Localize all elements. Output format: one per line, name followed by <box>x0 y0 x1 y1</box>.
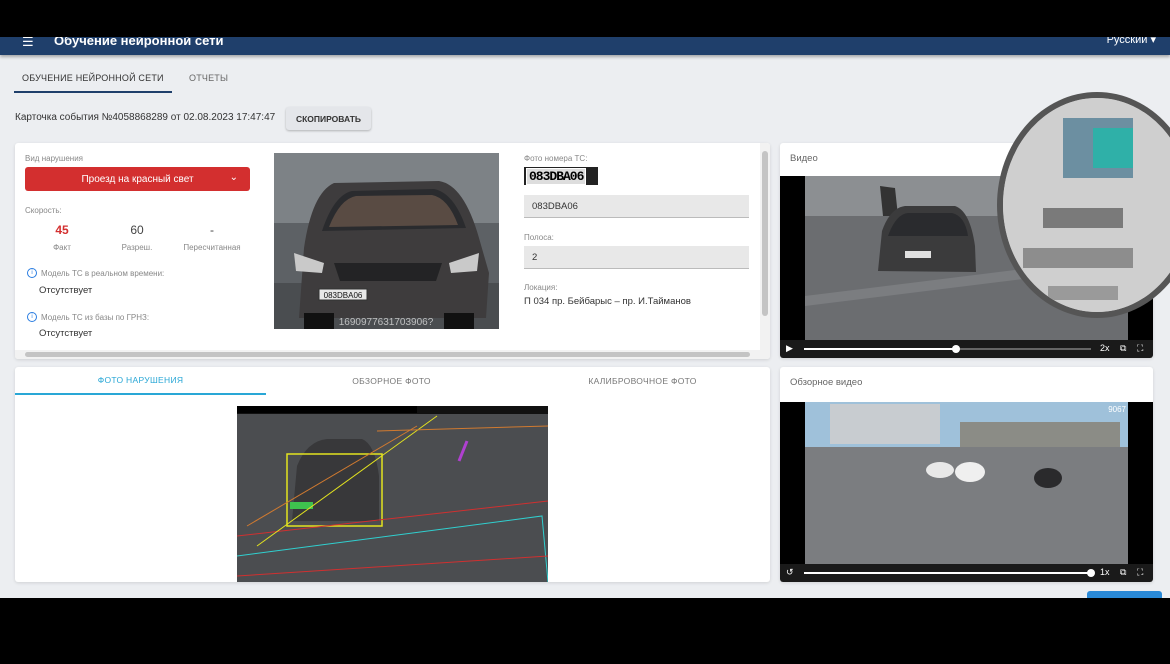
annotated-violation-photo[interactable] <box>236 406 549 582</box>
model-realtime-label-text: Модель ТС в реальном времени: <box>41 268 165 278</box>
letterbox-top <box>0 0 1170 37</box>
fullscreen-icon[interactable]: ⛶ <box>1137 567 1143 578</box>
model-db-label: i Модель ТС из базы по ГРНЗ: <box>27 312 149 322</box>
speed-actual-caption: Факт <box>53 243 71 252</box>
overview-playback-speed[interactable]: 1x <box>1100 567 1110 577</box>
lane-field[interactable]: 2 <box>524 246 749 269</box>
action-button-partial[interactable] <box>1087 591 1162 598</box>
video-title: Видео <box>790 153 818 164</box>
video-controls: ▶ 2x ⧉ ⛶ <box>780 340 1153 358</box>
menu-icon[interactable]: ☰ <box>22 37 34 50</box>
overview-video-controls: ↺ 1x ⧉ ⛶ <box>780 564 1153 582</box>
overview-video-progress[interactable] <box>804 569 1095 577</box>
violation-card: Вид нарушения Проезд на красный свет ⌄ С… <box>15 143 770 359</box>
tab-reports[interactable]: ОТЧЕТЫ <box>181 65 236 91</box>
tab-violation-photo[interactable]: ФОТО НАРУШЕНИЯ <box>15 367 266 395</box>
speed-recalculated: - Пересчитанная <box>177 223 247 252</box>
app-bar: ☰ Обучение нейронной сети Русский ▾ <box>0 37 1170 55</box>
info-icon: i <box>27 312 37 322</box>
speed-actual: 45 Факт <box>27 223 97 252</box>
model-db-label-text: Модель ТС из базы по ГРНЗ: <box>41 312 150 322</box>
overview-video-card: Обзорное видео 9067 ↺ 1x ⧉ ⛶ <box>780 367 1153 582</box>
playback-speed[interactable]: 2x <box>1100 343 1110 353</box>
photo-timestamp: 1690977631703906? <box>339 317 434 328</box>
overview-video-title: Обзорное видео <box>790 377 863 388</box>
fullscreen-icon[interactable]: ⛶ <box>1137 343 1143 354</box>
video-progress[interactable] <box>804 345 1091 353</box>
tab-overview-photo[interactable]: ОБЗОРНОЕ ФОТО <box>266 367 517 395</box>
app-title: Обучение нейронной сети <box>54 37 224 48</box>
location-label: Локация: <box>524 283 558 292</box>
violation-photo[interactable]: 083DBA06 1690977631703906? <box>274 153 499 329</box>
copy-button[interactable]: СКОПИРОВАТЬ <box>286 107 371 130</box>
vertical-scrollbar[interactable] <box>760 143 770 359</box>
horizontal-scrollbar[interactable] <box>15 350 770 359</box>
picture-in-picture-icon[interactable]: ⧉ <box>1120 343 1126 354</box>
model-realtime-value: Отсутствует <box>39 285 93 296</box>
letterbox-bottom <box>0 598 1170 664</box>
play-icon[interactable]: ▶ <box>786 343 793 354</box>
speed-label: Скорость: <box>25 206 62 215</box>
location-value: П 034 пр. Бейбарыс – пр. И.Тайманов <box>524 296 691 307</box>
model-db-value: Отсутствует <box>39 328 93 339</box>
plate-photo-text: 083DBA06 <box>526 167 587 185</box>
violation-type-value: Проезд на красный свет <box>81 173 194 185</box>
info-icon: i <box>27 268 37 278</box>
replay-icon[interactable]: ↺ <box>786 567 794 578</box>
violation-type-label: Вид нарушения <box>25 154 84 163</box>
speed-actual-value: 45 <box>55 223 69 237</box>
tab-neural-training[interactable]: ОБУЧЕНИЕ НЕЙРОННОЙ СЕТИ <box>14 65 172 93</box>
event-card-title: Карточка события №4058868289 от 02.08.20… <box>15 112 276 123</box>
overview-video-player[interactable]: 9067 <box>780 402 1153 564</box>
overview-video-overlay: 9067 <box>1108 405 1126 414</box>
speed-allowed-caption: Разреш. <box>121 243 153 252</box>
plate-number-field[interactable]: 083DBA06 <box>524 195 749 218</box>
speed-allowed: 60 Разреш. <box>102 223 172 252</box>
speed-recalculated-caption: Пересчитанная <box>183 243 241 252</box>
chevron-down-icon: ⌄ <box>229 172 238 183</box>
tab-calibration-photo[interactable]: КАЛИБРОВОЧНОЕ ФОТО <box>517 367 768 395</box>
svg-text:083DBA06: 083DBA06 <box>324 291 363 300</box>
plate-photo-label: Фото номера ТС: <box>524 154 588 163</box>
lane-label: Полоса: <box>524 233 554 242</box>
app-window: ☰ Обучение нейронной сети Русский ▾ ОБУЧ… <box>0 37 1170 598</box>
speed-recalculated-value: - <box>210 223 214 237</box>
language-menu[interactable]: Русский ▾ <box>1107 37 1156 46</box>
photos-card: ФОТО НАРУШЕНИЯ ОБЗОРНОЕ ФОТО КАЛИБРОВОЧН… <box>15 367 770 582</box>
speed-allowed-value: 60 <box>130 223 144 237</box>
picture-in-picture-icon[interactable]: ⧉ <box>1120 567 1126 578</box>
plate-photo: 083DBA06 <box>524 167 598 185</box>
model-realtime-label: i Модель ТС в реальном времени: <box>27 268 164 278</box>
violation-type-select[interactable]: Проезд на красный свет ⌄ <box>25 167 250 191</box>
